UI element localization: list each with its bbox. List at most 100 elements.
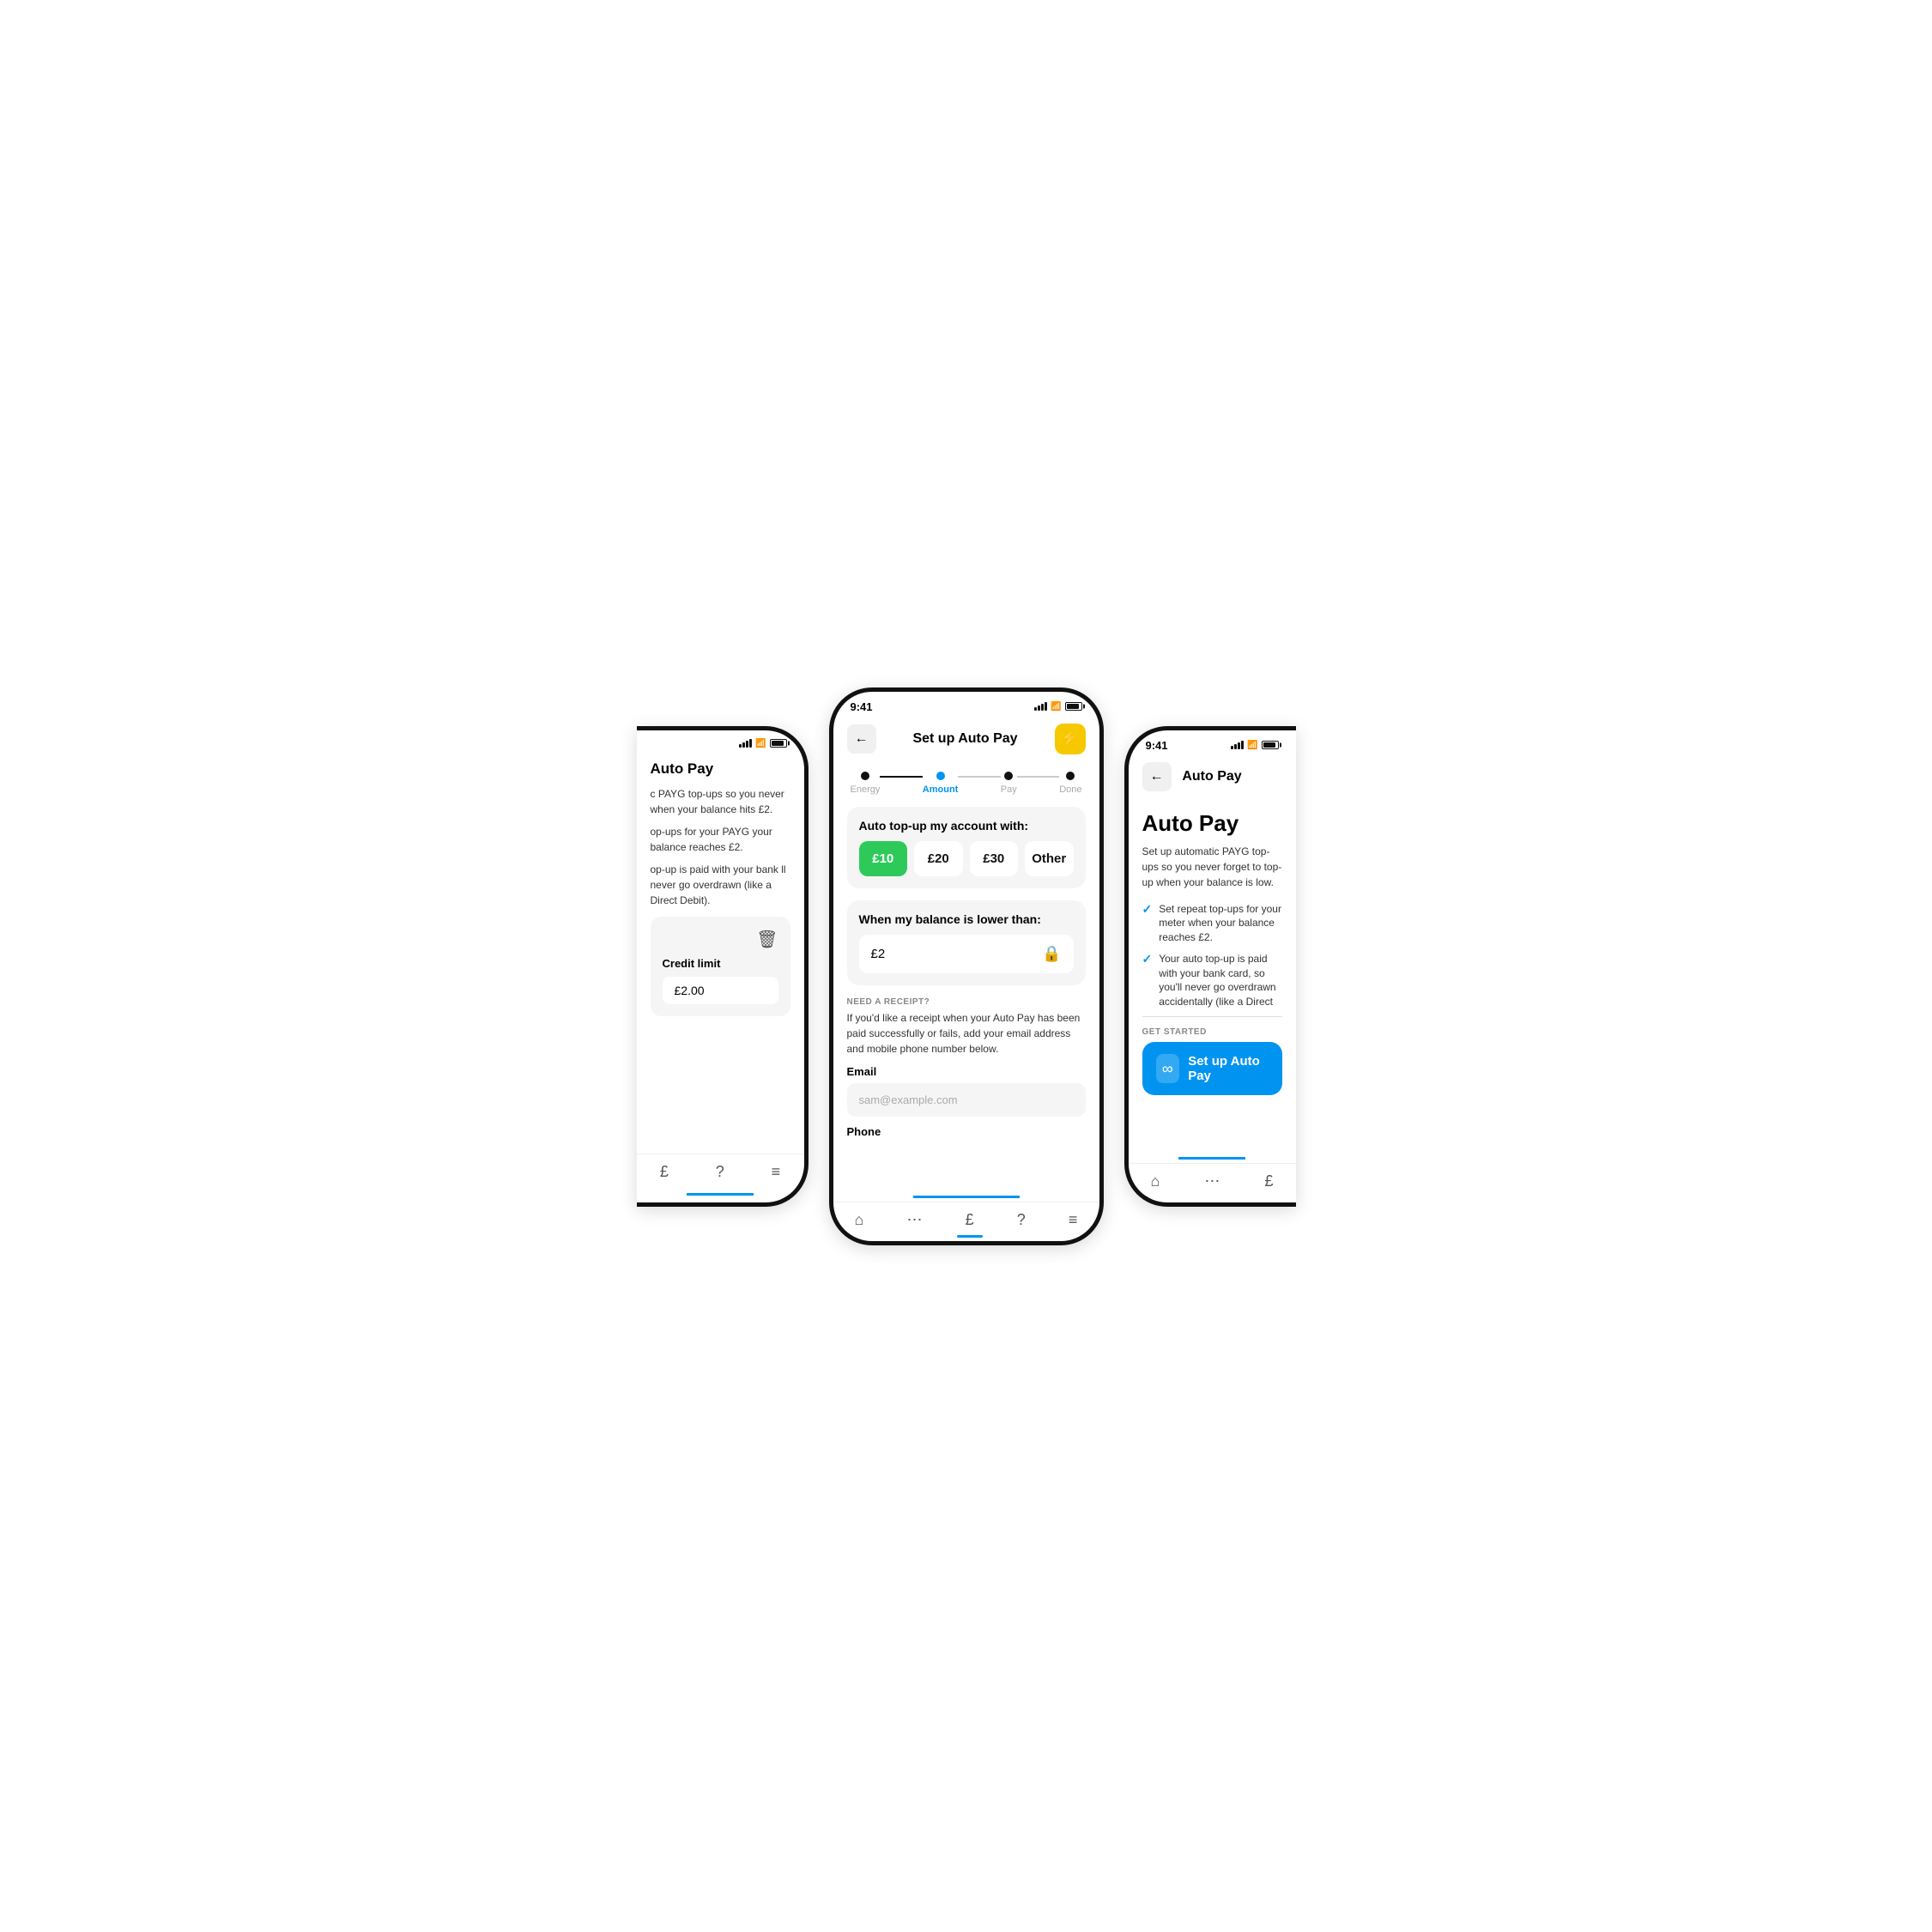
receipt-heading: NEED A RECEIPT?	[847, 997, 1086, 1007]
nav-title-center: Set up Auto Pay	[912, 731, 1017, 747]
divider-right	[1142, 1016, 1282, 1017]
step-dot-energy	[861, 772, 869, 780]
amount-30-button[interactable]: £30	[970, 841, 1019, 876]
email-placeholder: sam@example.com	[859, 1093, 958, 1106]
tab-usage-right[interactable]: ⋯	[1204, 1172, 1220, 1190]
check-text-2: Your auto top-up is paid with your bank …	[1159, 952, 1281, 1009]
tab-help-center[interactable]: ?	[1017, 1211, 1026, 1229]
phone-label: Phone	[847, 1125, 1086, 1138]
setup-auto-pay-button[interactable]: ∞ Set up Auto Pay	[1142, 1042, 1282, 1095]
battery-icon-right	[1262, 741, 1279, 749]
balance-input[interactable]: £2 🔒	[859, 935, 1074, 973]
signal-icon-right	[1231, 741, 1244, 749]
checkmark-2: ✓	[1142, 952, 1153, 966]
step-label-energy: Energy	[851, 784, 881, 795]
home-icon-right: ⌂	[1151, 1172, 1160, 1190]
help-icon-center: ?	[1017, 1211, 1026, 1229]
step-amount: Amount	[923, 772, 959, 795]
pound-icon: £	[660, 1163, 669, 1181]
get-started-label: GET STARTED	[1142, 1027, 1282, 1037]
step-dot-amount	[936, 772, 945, 780]
status-time-center: 9:41	[851, 700, 873, 713]
tab-usage-center[interactable]: ⋯	[907, 1211, 923, 1229]
left-desc-1: c PAYG top-ups so you never when your ba…	[651, 786, 790, 817]
usage-icon-right: ⋯	[1204, 1172, 1220, 1190]
nav-title-right: Auto Pay	[1182, 769, 1241, 784]
nav-header-center: ← Set up Auto Pay ⚡	[833, 717, 1099, 761]
amount-10-button[interactable]: £10	[859, 841, 908, 876]
signal-icon-center	[1034, 702, 1047, 711]
setup-btn-text: Set up Auto Pay	[1188, 1054, 1268, 1083]
center-phone: 9:41 📶 ← Set up Auto Pay	[829, 687, 1104, 1245]
step-label-amount: Amount	[923, 784, 959, 795]
left-phone: 📶 Auto Pay c PAYG top-ups so you never w…	[637, 726, 809, 1207]
email-input[interactable]: sam@example.com	[847, 1083, 1086, 1117]
balance-value: £2	[871, 947, 886, 961]
step-pay: Pay	[1001, 772, 1017, 795]
balance-card: When my balance is lower than: £2 🔒	[847, 900, 1086, 985]
check-text-1: Set repeat top-ups for your meter when y…	[1159, 902, 1281, 945]
lightning-button[interactable]: ⚡	[1055, 724, 1086, 754]
auto-pay-desc: Set up automatic PAYG top-ups so you nev…	[1142, 844, 1282, 890]
step-line-2	[958, 776, 1000, 778]
usage-icon-center: ⋯	[907, 1211, 923, 1229]
checkmark-1: ✓	[1142, 902, 1153, 917]
bottom-nav-right: ⌂ ⋯ £	[1129, 1163, 1296, 1202]
back-arrow-center: ←	[855, 731, 869, 747]
trash-icon[interactable]: 🗑	[756, 929, 778, 950]
battery-icon	[770, 739, 787, 748]
topup-card: Auto top-up my account with: £10 £20 £30…	[847, 807, 1086, 888]
credit-limit-value: £2.00	[663, 977, 778, 1004]
tab-menu-center[interactable]: ≡	[1069, 1211, 1078, 1229]
home-icon-center: ⌂	[855, 1211, 864, 1229]
back-button-right[interactable]: ←	[1142, 762, 1172, 791]
step-line-3	[1017, 776, 1059, 778]
signal-icon	[739, 739, 752, 748]
email-section: Email sam@example.com	[847, 1065, 1086, 1117]
tab-home-right[interactable]: ⌂	[1151, 1172, 1160, 1190]
step-dot-pay	[1004, 772, 1013, 780]
nav-header-right: ← Auto Pay	[1129, 755, 1296, 798]
amount-20-button[interactable]: £20	[914, 841, 963, 876]
tab-menu-left[interactable]: ≡	[772, 1163, 781, 1181]
back-arrow-right: ←	[1150, 769, 1164, 784]
step-energy: Energy	[851, 772, 881, 795]
check-item-1: ✓ Set repeat top-ups for your meter when…	[1142, 902, 1282, 945]
left-desc-3: op-up is paid with your bank ll never go…	[651, 862, 790, 908]
menu-icon: ≡	[772, 1163, 781, 1181]
balance-card-title: When my balance is lower than:	[859, 912, 1074, 926]
auto-pay-big-title: Auto Pay	[1142, 810, 1282, 837]
email-label: Email	[847, 1065, 1086, 1078]
step-done: Done	[1059, 772, 1081, 795]
status-time-right: 9:41	[1146, 739, 1168, 752]
phone-section: Phone	[847, 1125, 1086, 1138]
amount-other-button[interactable]: Other	[1025, 841, 1074, 876]
tab-payments-center[interactable]: £	[966, 1211, 974, 1229]
pound-icon-center: £	[966, 1211, 974, 1229]
left-desc-2: op-ups for your PAYG your balance reache…	[651, 824, 790, 855]
step-label-done: Done	[1059, 784, 1081, 795]
main-content-center: Auto top-up my account with: £10 £20 £30…	[833, 798, 1099, 1196]
credit-section: 🗑 Credit limit £2.00	[651, 917, 790, 1016]
lightning-icon: ⚡	[1060, 730, 1079, 748]
back-button-center[interactable]: ←	[847, 724, 876, 754]
tab-payments-left[interactable]: £	[660, 1163, 669, 1181]
status-bar-left: 📶	[637, 730, 804, 752]
tab-help-left[interactable]: ?	[716, 1163, 724, 1181]
tab-payments-right[interactable]: £	[1264, 1172, 1273, 1190]
left-page-title: Auto Pay	[651, 760, 790, 778]
scene: 📶 Auto Pay c PAYG top-ups so you never w…	[494, 687, 1438, 1245]
bottom-nav-left: £ ? ≡	[637, 1154, 804, 1193]
wifi-icon: 📶	[755, 739, 766, 748]
receipt-desc: If you'd like a receipt when your Auto P…	[847, 1010, 1086, 1057]
check-item-2: ✓ Your auto top-up is paid with your ban…	[1142, 952, 1282, 1009]
battery-icon-center	[1065, 702, 1082, 711]
credit-limit-label: Credit limit	[663, 957, 721, 970]
amount-options: £10 £20 £30 Other	[859, 841, 1074, 876]
status-bar-center: 9:41 📶	[833, 692, 1099, 717]
receipt-section: NEED A RECEIPT? If you'd like a receipt …	[847, 997, 1086, 1057]
tab-home-center[interactable]: ⌂	[855, 1211, 864, 1229]
right-phone: 9:41 📶 ← Auto Pay	[1124, 726, 1296, 1207]
pound-icon-right: £	[1264, 1172, 1273, 1190]
main-content-right: Auto Pay Set up automatic PAYG top-ups s…	[1129, 798, 1296, 1105]
